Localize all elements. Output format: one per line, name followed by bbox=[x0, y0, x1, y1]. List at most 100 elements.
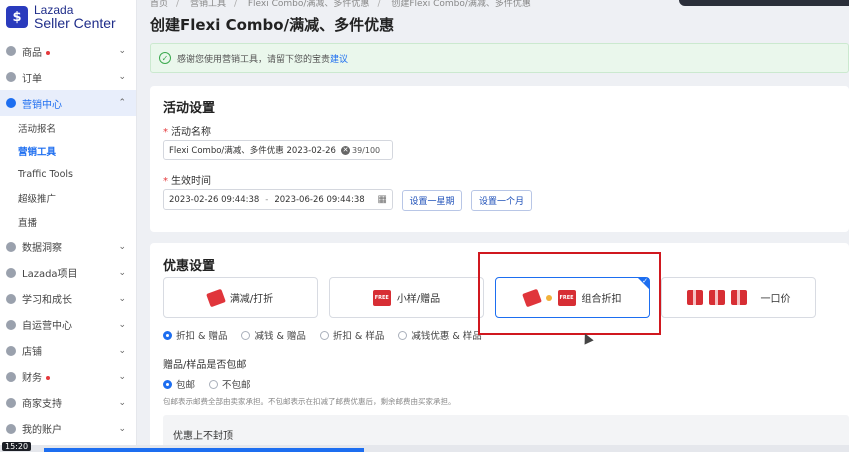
shipping-hint: 包邮表示邮费全部由卖家承担。不包邮表示在扣减了邮费优惠后，剩余邮费由买家承担。 bbox=[163, 397, 456, 406]
discount-tag-icon bbox=[205, 288, 226, 307]
no-cap-label: 优惠上不封顶 bbox=[173, 431, 233, 442]
radio-reduce-gift[interactable]: 减钱 & 赠品 bbox=[241, 328, 306, 342]
feedback-link[interactable]: 建议 bbox=[330, 55, 348, 65]
radio-reduce-sample[interactable]: 减钱优惠 & 样品 bbox=[398, 328, 482, 342]
orders-icon bbox=[6, 72, 16, 82]
calendar-icon[interactable]: ▦ bbox=[378, 194, 387, 205]
effective-time-label: * 生效时间 bbox=[163, 176, 211, 187]
sidebar-item-label: 我的账户 bbox=[22, 425, 62, 436]
support-icon bbox=[6, 397, 16, 408]
chevron-up-icon: ⌃ bbox=[118, 98, 126, 108]
submenu-item-livestream[interactable]: 直播 bbox=[0, 210, 136, 234]
option-fixed-price[interactable]: 一口价 bbox=[661, 277, 816, 318]
chevron-down-icon: ⌄ bbox=[118, 267, 126, 278]
free-shipping-radio-group: 包邮 不包邮 bbox=[163, 377, 251, 391]
option-label: 满减/打折 bbox=[229, 294, 274, 305]
sidebar-item-products[interactable]: 商品 ⌄ bbox=[0, 38, 136, 64]
sidebar-item-label: 学习和成长 bbox=[22, 295, 72, 306]
option-discount[interactable]: 满减/打折 bbox=[163, 277, 318, 318]
chevron-down-icon: ⌄ bbox=[118, 397, 126, 408]
chevron-down-icon: ⌄ bbox=[118, 319, 126, 330]
set-one-month-button[interactable]: 设置一个月 bbox=[471, 190, 532, 211]
sidebar-item-learning[interactable]: 学习和成长 ⌄ bbox=[0, 286, 136, 312]
alert-dot bbox=[46, 376, 50, 380]
data-icon bbox=[6, 241, 16, 252]
self-operation-icon bbox=[6, 319, 16, 330]
activity-settings-card: 活动设置 * 活动名称 Flexi Combo/满减、多件优惠 2023-02-2… bbox=[150, 86, 849, 232]
chevron-down-icon: ⌄ bbox=[118, 423, 126, 434]
free-shipping-label: 赠品/样品是否包邮 bbox=[163, 360, 247, 371]
radio-discount-gift[interactable]: 折扣 & 赠品 bbox=[163, 328, 227, 342]
sidebar-item-seller-support[interactable]: 商家支持 ⌄ bbox=[0, 390, 136, 416]
clear-icon[interactable]: ✕ bbox=[341, 145, 350, 155]
check-circle-icon: ✓ bbox=[159, 52, 171, 64]
radio-circle bbox=[209, 379, 219, 389]
sidebar-item-store[interactable]: 店铺 ⌄ bbox=[0, 338, 136, 364]
gift-box-icon bbox=[686, 290, 703, 305]
sidebar-item-label: 营销中心 bbox=[22, 99, 62, 111]
sidebar-item-label: 商家支持 bbox=[22, 399, 62, 410]
submenu-item-campaign-signup[interactable]: 活动报名 bbox=[0, 116, 136, 140]
radio-discount-sample[interactable]: 折扣 & 样品 bbox=[319, 328, 384, 342]
breadcrumb: 首页 / 营销工具 / Flexi Combo/满减、多件优惠 / 创建Flexi C… bbox=[150, 0, 531, 9]
char-counter: 39/100 bbox=[352, 145, 381, 155]
breadcrumb-item-current: 创建Flexi Combo/满减、多件优惠 bbox=[391, 0, 531, 9]
option-label: 一口价 bbox=[760, 294, 791, 305]
sidebar-item-label: 订单 bbox=[22, 73, 42, 85]
activity-name-input[interactable]: Flexi Combo/满减、多件优惠 2023-02-26 09: ✕ 39/… bbox=[163, 140, 393, 160]
highlight-box bbox=[478, 252, 661, 335]
products-icon bbox=[6, 46, 16, 56]
chevron-down-icon: ⌄ bbox=[118, 345, 126, 356]
activity-settings-title: 活动设置 bbox=[163, 101, 216, 116]
radio-circle bbox=[398, 330, 408, 340]
sidebar-item-lazada-projects[interactable]: Lazada项目 ⌄ bbox=[0, 260, 136, 286]
submenu-item-super-promotion[interactable]: 超级推广 bbox=[0, 187, 136, 211]
breadcrumb-item[interactable]: 营销工具 bbox=[190, 0, 226, 9]
lazada-logo-icon: $ bbox=[6, 6, 28, 28]
gift-box-icon bbox=[730, 290, 747, 305]
sidebar-item-label: 数据洞察 bbox=[22, 243, 62, 254]
chevron-down-icon: ⌄ bbox=[118, 241, 126, 252]
breadcrumb-item[interactable]: Flexi Combo/满减、多件优惠 bbox=[248, 0, 370, 9]
feedback-notice: ✓ 感谢您使用营销工具，请留下您的宝贵建议 bbox=[150, 43, 849, 73]
sidebar: $ Lazada Seller Center 商品 ⌄ 订单 ⌄ 营销中心 ⌃ … bbox=[0, 0, 137, 452]
sidebar-item-label: 财务 bbox=[22, 373, 42, 384]
brand-subtitle: Seller Center bbox=[34, 15, 116, 31]
set-one-week-button[interactable]: 设置一星期 bbox=[402, 190, 462, 211]
marketing-icon bbox=[6, 98, 16, 108]
chevron-down-icon: ⌄ bbox=[118, 72, 126, 82]
header-user-pill[interactable] bbox=[679, 0, 849, 6]
store-icon bbox=[6, 345, 16, 356]
radio-free-shipping[interactable]: 包邮 bbox=[163, 377, 195, 391]
gift-box-icon bbox=[708, 290, 725, 305]
brand[interactable]: $ Lazada Seller Center bbox=[0, 0, 136, 34]
sidebar-item-marketing[interactable]: 营销中心 ⌃ bbox=[0, 90, 136, 116]
breadcrumb-item[interactable]: 首页 bbox=[150, 0, 168, 9]
chevron-down-icon: ⌄ bbox=[118, 46, 126, 56]
submenu-item-marketing-tools[interactable]: 营销工具 bbox=[0, 140, 136, 164]
account-icon bbox=[6, 423, 16, 434]
end-date[interactable]: 2023-06-26 09:44:38 bbox=[274, 195, 364, 205]
activity-name-value: Flexi Combo/满减、多件优惠 2023-02-26 09: bbox=[169, 146, 337, 156]
radio-no-free-shipping[interactable]: 不包邮 bbox=[209, 377, 251, 391]
sidebar-item-finance[interactable]: 财务 ⌄ bbox=[0, 364, 136, 390]
video-progress-fill bbox=[44, 448, 364, 452]
radio-circle bbox=[163, 379, 172, 389]
sidebar-item-self-operation[interactable]: 自运营中心 ⌄ bbox=[0, 312, 136, 338]
sidebar-item-my-account[interactable]: 我的账户 ⌄ bbox=[0, 416, 136, 442]
sidebar-item-label: 商品 bbox=[22, 47, 42, 59]
page-title: 创建Flexi Combo/满减、多件优惠 bbox=[150, 16, 395, 34]
option-label: 小样/赠品 bbox=[396, 294, 441, 305]
radio-circle bbox=[319, 330, 329, 340]
sidebar-item-label: 店铺 bbox=[22, 347, 42, 358]
date-range-picker[interactable]: 2023-02-26 09:44:38 - 2023-06-26 09:44:3… bbox=[163, 189, 393, 210]
option-gift-sample[interactable]: FREE 小样/赠品 bbox=[329, 277, 484, 318]
sidebar-item-data-insights[interactable]: 数据洞察 ⌄ bbox=[0, 234, 136, 260]
sidebar-item-orders[interactable]: 订单 ⌄ bbox=[0, 64, 136, 90]
learning-icon bbox=[6, 293, 16, 304]
start-date[interactable]: 2023-02-26 09:44:38 bbox=[169, 195, 259, 205]
discount-settings-title: 优惠设置 bbox=[163, 259, 216, 274]
submenu-item-traffic-tools[interactable]: Traffic Tools bbox=[0, 163, 136, 187]
sidebar-item-label: 自运营中心 bbox=[22, 321, 72, 332]
radio-circle bbox=[163, 330, 172, 340]
